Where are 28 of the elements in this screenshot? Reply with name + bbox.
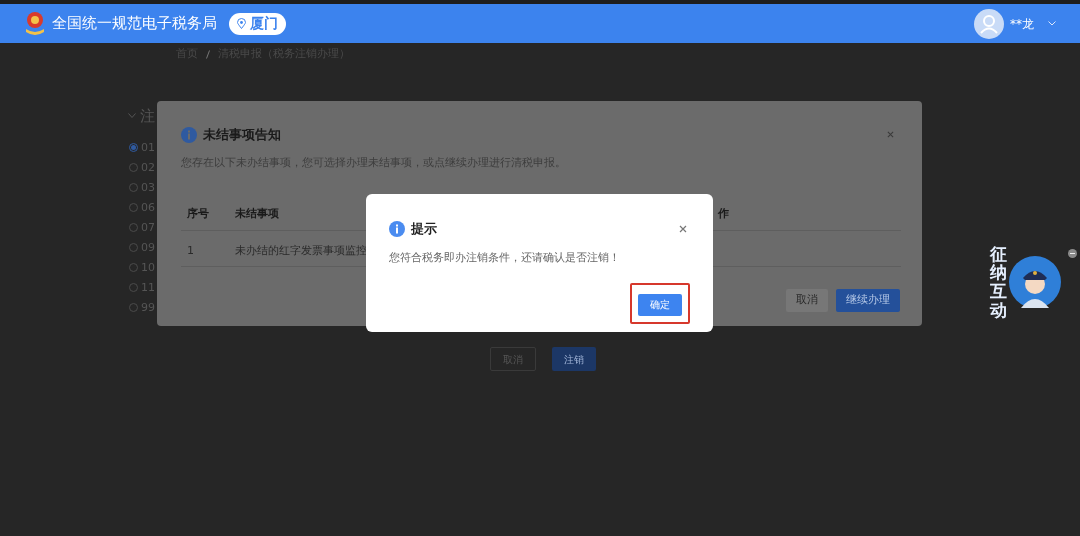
close-icon[interactable]: [887, 131, 894, 139]
chevron-down-icon[interactable]: [1048, 21, 1056, 26]
info-icon: [181, 126, 197, 143]
slash-icon: [206, 49, 210, 59]
avatar-icon[interactable]: [974, 8, 1004, 39]
column-header: 未结事项: [235, 206, 279, 220]
deregister-button[interactable]: 注销: [552, 347, 596, 371]
column-header: 序号: [187, 206, 209, 220]
emblem-icon: [24, 10, 46, 37]
site-title: 全国统一规范电子税务局: [52, 13, 217, 35]
assistant-label: 征纳互动: [990, 244, 1007, 320]
close-icon[interactable]: [679, 224, 687, 233]
confirm-button[interactable]: 确定: [638, 293, 682, 316]
chevron-icon[interactable]: [128, 113, 136, 120]
info-icon: [389, 220, 405, 237]
city-pill[interactable]: 厦门: [229, 12, 286, 35]
assistant-badge[interactable]: 征纳互动: [990, 246, 1068, 318]
user-name[interactable]: **龙: [1010, 14, 1034, 33]
minimize-icon[interactable]: [1068, 249, 1077, 258]
column-header: 作: [718, 206, 729, 220]
continue-button[interactable]: 继续办理: [836, 289, 900, 312]
cancel-button[interactable]: 取消: [786, 289, 828, 312]
dialog-title: 提示: [411, 220, 437, 238]
dialog-message: 您符合税务即办注销条件，还请确认是否注销！: [389, 249, 621, 266]
location-icon: [237, 18, 246, 29]
dialog-title: 未结事项告知: [203, 126, 281, 144]
officer-figure-drawing: [1009, 256, 1061, 308]
table-cell: 1: [187, 243, 194, 257]
